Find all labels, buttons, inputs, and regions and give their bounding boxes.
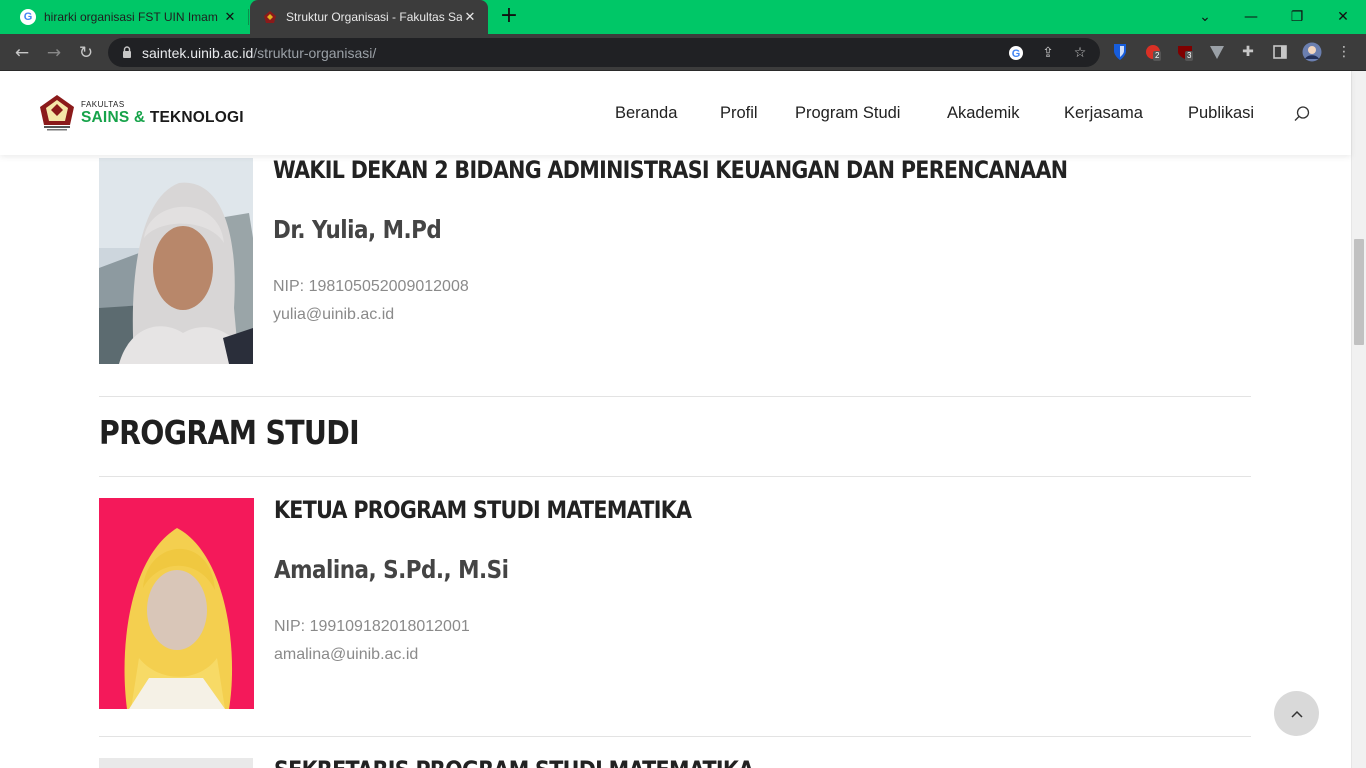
staff-email[interactable]: yulia@uinib.ac.id	[273, 306, 394, 324]
close-window-button[interactable]: ✕	[1320, 0, 1366, 34]
google-g-icon: G	[20, 9, 36, 25]
nav-item-profil[interactable]: Profil	[720, 104, 758, 123]
staff-card-wakil-dekan-2: WAKIL DEKAN 2 BIDANG ADMINISTRASI KEUANG…	[99, 156, 1251, 364]
extension-red-icon[interactable]: 2	[1142, 41, 1164, 63]
close-icon[interactable]: ✕	[462, 9, 478, 25]
nav-item-akademik[interactable]: Akademik	[947, 104, 1019, 123]
minimize-button[interactable]: —	[1228, 0, 1274, 34]
staff-photo	[99, 758, 253, 768]
staff-photo	[99, 158, 253, 364]
bitwarden-shield-icon[interactable]	[1109, 41, 1131, 63]
svg-text:G: G	[1012, 48, 1021, 60]
staff-card-sekretaris-matematika: SEKRETARIS PROGRAM STUDI MATEMATIKA	[99, 756, 1251, 768]
divider	[99, 396, 1251, 397]
divider	[99, 736, 1251, 737]
tab-title: hirarki organisasi FST UIN Imam Bonjol	[44, 10, 222, 24]
extensions-puzzle-icon[interactable]: ✚	[1237, 41, 1259, 63]
vivaldi-v-icon[interactable]	[1206, 41, 1228, 63]
browser-tab-active[interactable]: Struktur Organisasi - Fakultas Sains & T…	[250, 0, 488, 34]
staff-nip: NIP: 198105052009012008	[273, 278, 469, 295]
scroll-to-top-button[interactable]	[1274, 691, 1319, 736]
reload-icon[interactable]: ↻	[73, 40, 99, 66]
share-icon[interactable]: ⇪	[1038, 43, 1058, 63]
tab-title: Struktur Organisasi - Fakultas Sains & T…	[286, 10, 462, 24]
staff-role: KETUA PROGRAM STUDI MATEMATIKA	[274, 496, 692, 524]
site-header: FAKULTAS SAINS & TEKNOLOGI Beranda Profi…	[0, 71, 1351, 155]
nav-item-kerjasama[interactable]: Kerjasama	[1064, 104, 1143, 123]
google-lens-icon[interactable]: G	[1006, 43, 1026, 63]
ublock-icon[interactable]: 3	[1174, 41, 1196, 63]
staff-role: SEKRETARIS PROGRAM STUDI MATEMATIKA	[274, 756, 754, 768]
address-bar[interactable]: saintek.uinib.ac.id/struktur-organisasi/…	[108, 38, 1100, 67]
main-nav: Beranda Profil Program Studi Akademik Ke…	[0, 104, 1351, 124]
browser-tab-strip: G hirarki organisasi FST UIN Imam Bonjol…	[0, 0, 1366, 34]
page-viewport: FAKULTAS SAINS & TEKNOLOGI Beranda Profi…	[0, 71, 1366, 768]
tab-search-chevron-icon[interactable]: ⌄	[1182, 0, 1228, 34]
nav-item-beranda[interactable]: Beranda	[615, 104, 677, 123]
tab-separator	[248, 9, 249, 25]
staff-card-kaprodi-matematika: KETUA PROGRAM STUDI MATEMATIKA Amalina, …	[99, 496, 1251, 709]
staff-name: Amalina, S.Pd., M.Si	[274, 555, 509, 584]
uin-emblem-icon	[262, 9, 278, 25]
staff-photo	[99, 498, 254, 709]
side-panel-icon[interactable]	[1269, 41, 1291, 63]
kebab-menu-icon[interactable]: ⋮	[1333, 41, 1355, 63]
close-icon[interactable]: ✕	[222, 9, 238, 25]
url-text: saintek.uinib.ac.id/struktur-organisasi/	[142, 45, 377, 61]
forward-arrow-icon[interactable]: →	[41, 40, 67, 66]
staff-email[interactable]: amalina@uinib.ac.id	[274, 646, 418, 664]
back-arrow-icon[interactable]: ←	[9, 40, 35, 66]
nav-item-publikasi[interactable]: Publikasi	[1188, 104, 1254, 123]
search-icon[interactable]	[1293, 105, 1311, 123]
new-tab-button[interactable]: +	[498, 5, 520, 28]
scrollbar-thumb[interactable]	[1354, 239, 1364, 345]
browser-toolbar: ← → ↻ saintek.uinib.ac.id/struktur-organ…	[0, 34, 1366, 71]
staff-name: Dr. Yulia, M.Pd	[273, 215, 442, 244]
browser-tab-search[interactable]: G hirarki organisasi FST UIN Imam Bonjol…	[8, 0, 248, 34]
profile-avatar[interactable]	[1301, 41, 1323, 63]
page-scrollbar[interactable]	[1351, 71, 1366, 768]
lock-icon	[123, 46, 131, 58]
divider	[99, 476, 1251, 477]
section-title-program-studi: PROGRAM STUDI	[99, 413, 360, 452]
nav-item-program-studi[interactable]: Program Studi	[795, 104, 900, 123]
staff-role: WAKIL DEKAN 2 BIDANG ADMINISTRASI KEUANG…	[273, 156, 1068, 184]
bookmark-star-icon[interactable]: ☆	[1070, 43, 1090, 63]
restore-button[interactable]: ❐	[1274, 0, 1320, 34]
chevron-up-icon	[1290, 710, 1303, 718]
staff-nip: NIP: 199109182018012001	[274, 618, 470, 635]
